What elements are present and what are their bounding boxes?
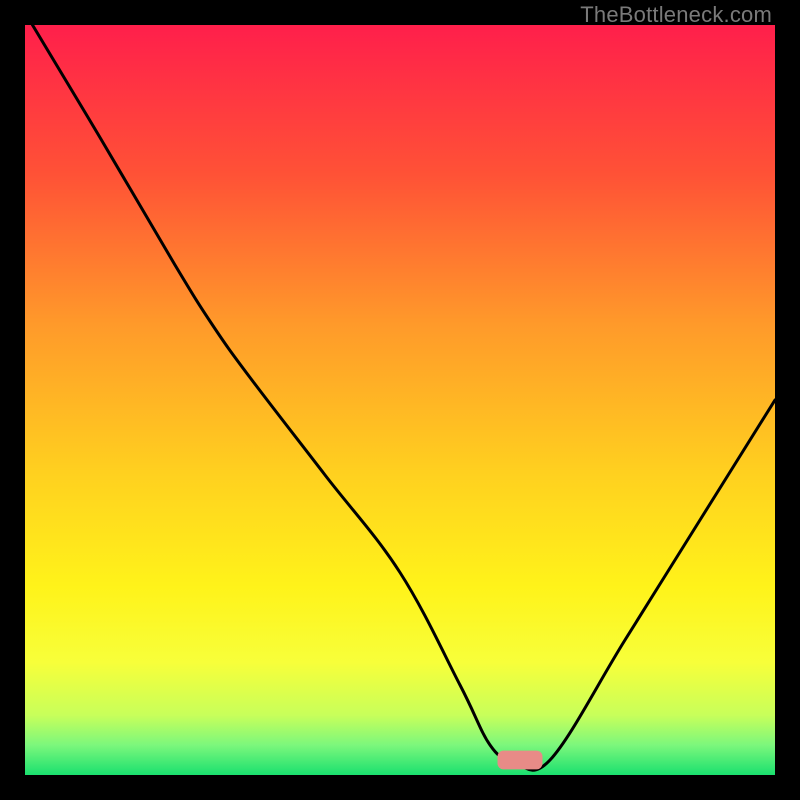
optimal-marker bbox=[498, 751, 543, 770]
chart-frame: TheBottleneck.com bbox=[0, 0, 800, 800]
bottleneck-chart bbox=[25, 25, 775, 775]
plot-area bbox=[25, 25, 775, 775]
gradient-background bbox=[25, 25, 775, 775]
